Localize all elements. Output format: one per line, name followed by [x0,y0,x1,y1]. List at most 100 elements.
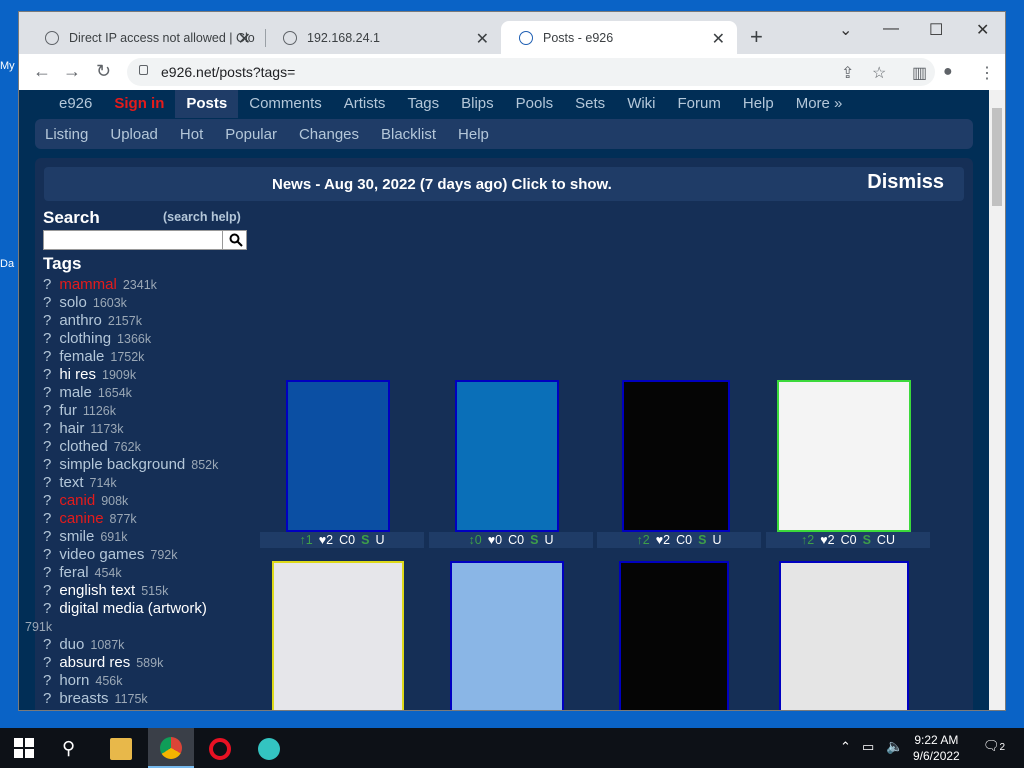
maximize-button[interactable]: ☐ [929,20,943,40]
side-panel-icon[interactable]: ▥ [912,63,927,83]
tag-wiki-link[interactable]: ? [43,276,51,293]
subnav-item-popular[interactable]: Popular [214,126,288,143]
news-text[interactable]: News - Aug 30, 2022 (7 days ago) Click t… [272,176,612,193]
tag-wiki-link[interactable]: ? [43,438,51,455]
tag-link[interactable]: smile [59,528,94,545]
search-icon[interactable]: ⚲ [62,738,84,760]
volume-icon[interactable]: 🔈 [886,738,903,755]
post-image[interactable] [286,380,390,532]
tag-wiki-link[interactable]: ? [43,312,51,329]
post-image[interactable] [779,561,909,710]
topnav-item-more[interactable]: More » [785,90,854,118]
tag-wiki-link[interactable]: ? [43,474,51,491]
topnav-item-tags[interactable]: Tags [396,90,450,118]
close-window-button[interactable]: ✕ [976,20,989,40]
notification-icon[interactable]: 🗨2 [983,738,1005,754]
post-image[interactable] [455,380,559,532]
topnav-item-wiki[interactable]: Wiki [616,90,666,118]
tag-wiki-link[interactable]: ? [43,330,51,347]
menu-kebab-icon[interactable]: ⋮ [979,63,995,83]
tag-link[interactable]: hi res [59,366,96,383]
dismiss-button[interactable]: Dismiss [867,171,944,194]
tag-link[interactable]: male [59,384,92,401]
tag-link[interactable]: anthro [59,312,102,329]
subnav-item-hot[interactable]: Hot [169,126,214,143]
minimize-button[interactable]: — [883,20,899,38]
tab-search-dropdown-icon[interactable]: ⌄ [839,20,852,40]
topnav-item-sign-in[interactable]: Sign in [103,90,175,118]
tag-link[interactable]: female [59,348,104,365]
tag-link[interactable]: breasts [59,690,108,707]
tab-posts-e926[interactable]: Posts - e926 ✕ [501,21,737,54]
tag-link[interactable]: mammal [59,276,117,293]
post-image[interactable] [450,561,564,710]
subnav-item-help[interactable]: Help [447,126,500,143]
tag-wiki-link[interactable]: ? [43,294,51,311]
tag-link[interactable]: canid [59,492,95,509]
app-icon[interactable] [258,738,280,760]
scrollbar-thumb[interactable] [992,108,1002,206]
post-image[interactable] [272,561,404,710]
topnav-item-forum[interactable]: Forum [667,90,732,118]
tag-link[interactable]: simple background [59,456,185,473]
tag-link[interactable]: clothing [59,330,111,347]
tag-link[interactable]: hair [59,420,84,437]
tag-wiki-link[interactable]: ? [43,546,51,563]
tag-wiki-link[interactable]: ? [43,492,51,509]
new-tab-button[interactable]: + [750,24,763,50]
tag-wiki-link[interactable]: ? [43,348,51,365]
tag-wiki-link[interactable]: ? [43,654,51,671]
tag-wiki-link[interactable]: ? [43,600,51,617]
tag-link[interactable]: duo [59,636,84,653]
reload-icon[interactable]: ↻ [96,61,111,82]
network-icon[interactable]: ▭ [862,739,874,755]
topnav-item-help[interactable]: Help [732,90,785,118]
news-banner[interactable]: News - Aug 30, 2022 (7 days ago) Click t… [44,167,964,201]
tag-link[interactable]: clothed [59,438,107,455]
tag-wiki-link[interactable]: ? [43,420,51,437]
tag-wiki-link[interactable]: ? [43,510,51,527]
system-clock[interactable]: 9:22 AM 9/6/2022 [913,732,960,764]
search-help-link[interactable]: (search help) [163,210,241,224]
search-button[interactable] [222,231,248,249]
subnav-item-blacklist[interactable]: Blacklist [370,126,447,143]
tab-router[interactable]: 192.168.24.1 ✕ [265,21,501,54]
tag-link[interactable]: fur [59,402,77,419]
topnav-item-blips[interactable]: Blips [450,90,505,118]
close-tab-icon[interactable]: ✕ [476,29,489,49]
tag-link[interactable]: solo [59,294,87,311]
post-image[interactable] [622,380,730,532]
tag-wiki-link[interactable]: ? [43,384,51,401]
post-image[interactable] [777,380,911,532]
tag-wiki-link[interactable]: ? [43,672,51,689]
tray-chevron-icon[interactable]: ⌃ [840,739,851,755]
subnav-item-changes[interactable]: Changes [288,126,370,143]
tag-link[interactable]: english text [59,582,135,599]
tag-link[interactable]: digital media (artwork) [59,600,207,617]
topnav-item-comments[interactable]: Comments [238,90,333,118]
search-input[interactable] [43,230,247,250]
tag-link[interactable]: absurd res [59,654,130,671]
topnav-item-sets[interactable]: Sets [564,90,616,118]
topnav-item-pools[interactable]: Pools [505,90,565,118]
chrome-taskbar-button[interactable] [148,728,194,768]
post-image[interactable] [619,561,729,710]
close-tab-icon[interactable]: ✕ [238,29,251,49]
tag-link[interactable]: text [59,474,83,491]
subnav-item-listing[interactable]: Listing [35,126,99,143]
close-tab-icon[interactable]: ✕ [712,29,725,49]
share-icon[interactable]: ⇪ [841,63,854,83]
tag-wiki-link[interactable]: ? [43,528,51,545]
tag-wiki-link[interactable]: ? [43,366,51,383]
tag-wiki-link[interactable]: ? [43,582,51,599]
topnav-item-posts[interactable]: Posts [175,90,239,118]
tag-wiki-link[interactable]: ? [43,564,51,581]
tab-direct-ip[interactable]: Direct IP access not allowed | Clo ✕ [27,21,263,54]
topnav-item-artists[interactable]: Artists [333,90,397,118]
tag-wiki-link[interactable]: ? [43,690,51,707]
tag-link[interactable]: canine [59,510,103,527]
profile-avatar-icon[interactable]: ● [943,63,953,81]
page-scrollbar[interactable] [989,90,1005,710]
file-explorer-icon[interactable] [110,738,132,760]
tag-link[interactable]: horn [59,672,89,689]
